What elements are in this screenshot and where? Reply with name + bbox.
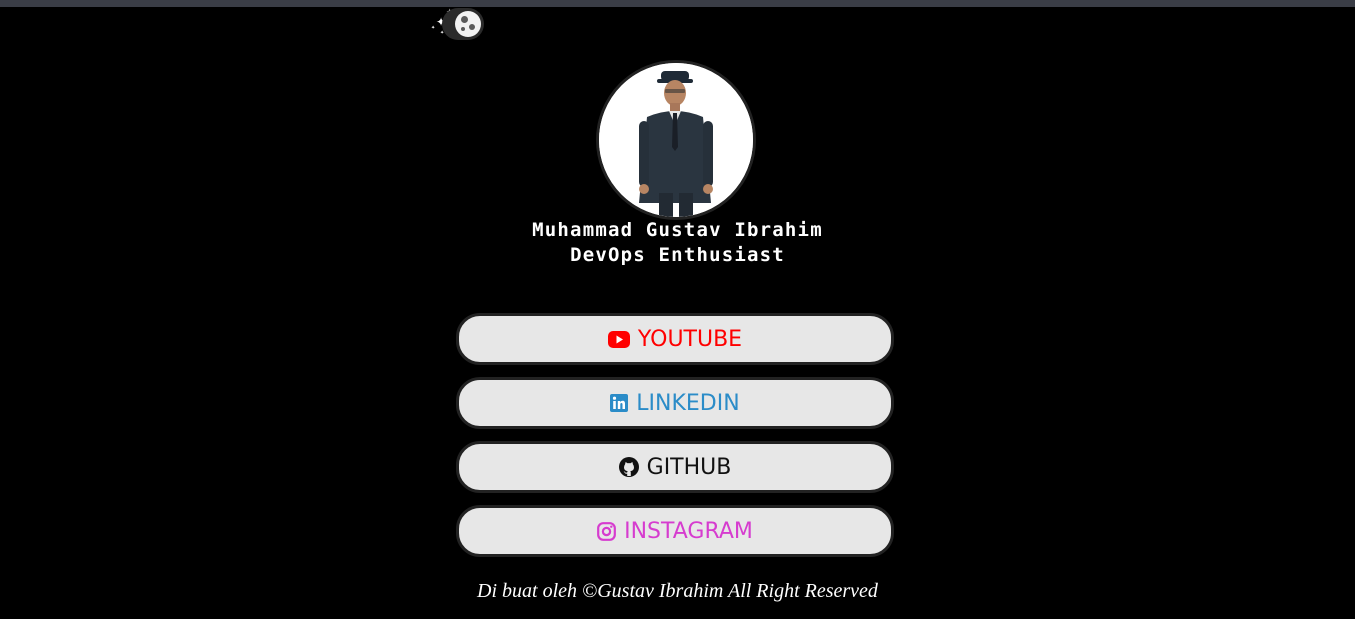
sparkle-icon: ✦: [431, 25, 436, 31]
youtube-icon: [607, 330, 630, 348]
instagram-link-button[interactable]: INSTAGRAM: [456, 505, 894, 557]
youtube-link-button[interactable]: YOUTUBE: [456, 313, 894, 365]
linkedin-label: LINKEDIN: [636, 390, 740, 416]
avatar: [596, 60, 756, 220]
browser-top-bar: [0, 0, 1355, 7]
profile-role: DevOps Enthusiast: [570, 244, 785, 266]
github-icon: [618, 457, 639, 477]
linkedin-link-button[interactable]: LINKEDIN: [456, 377, 894, 429]
instagram-label: INSTAGRAM: [624, 518, 753, 544]
github-link-button[interactable]: GITHUB: [456, 441, 894, 493]
linkedin-icon: [610, 394, 629, 412]
moon-icon: [455, 11, 481, 37]
github-label: GITHUB: [646, 454, 732, 480]
youtube-label: YOUTUBE: [637, 326, 743, 352]
profile-name: Muhammad Gustav Ibrahim: [532, 219, 823, 241]
theme-toggle[interactable]: ✦ ✦ ✦ ✦: [428, 7, 486, 41]
footer-copyright: Di buat oleh ©Gustav Ibrahim All Right R…: [477, 580, 878, 602]
instagram-icon: [597, 521, 617, 541]
